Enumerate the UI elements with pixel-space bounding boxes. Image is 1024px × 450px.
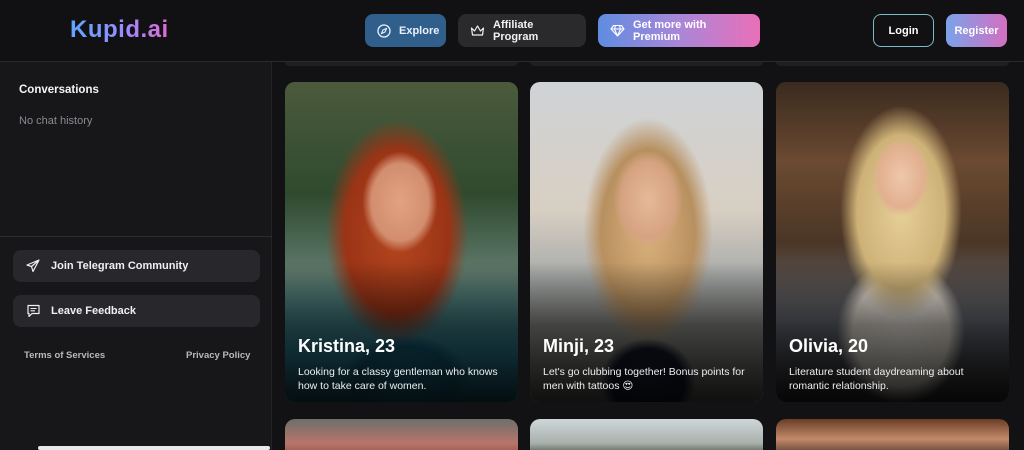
character-card[interactable]: Olivia, 20 Literature student daydreamin… — [776, 82, 1009, 402]
terms-of-service-link[interactable]: Terms of Services — [24, 350, 105, 361]
character-card-partial[interactable] — [530, 419, 763, 450]
affiliate-program-button[interactable]: Affiliate Program — [458, 14, 586, 47]
affiliate-label: Affiliate Program — [493, 18, 539, 43]
sidebar-divider — [0, 236, 272, 237]
premium-label: Get more with Premium — [633, 18, 707, 43]
character-description: Literature student daydreaming about rom… — [789, 366, 964, 392]
previous-card-edge — [776, 62, 1009, 66]
join-telegram-button[interactable]: Join Telegram Community — [13, 250, 260, 282]
character-name: Olivia, 20 — [789, 336, 869, 356]
character-grid: Kristina, 23 Looking for a classy gentle… — [272, 62, 1024, 450]
character-card[interactable]: Kristina, 23 Looking for a classy gentle… — [285, 82, 518, 402]
explore-label: Explore — [399, 24, 440, 37]
login-label: Login — [888, 24, 919, 37]
previous-card-edge — [285, 62, 518, 66]
privacy-policy-link[interactable]: Privacy Policy — [186, 350, 250, 361]
compass-icon — [377, 23, 391, 39]
leave-feedback-button[interactable]: Leave Feedback — [13, 295, 260, 327]
feedback-label: Leave Feedback — [51, 305, 136, 317]
character-card-partial[interactable] — [776, 419, 1009, 450]
login-button[interactable]: Login — [873, 14, 934, 47]
character-description: Let's go clubbing together! Bonus points… — [543, 366, 745, 392]
register-button[interactable]: Register — [946, 14, 1007, 47]
logo[interactable]: Kupid.ai — [70, 16, 169, 44]
character-name: Minji, 23 — [543, 336, 615, 356]
crown-icon — [470, 23, 485, 39]
previous-card-edge — [530, 62, 763, 66]
conversations-title: Conversations — [19, 84, 99, 96]
sidebar-scrollbar[interactable] — [38, 446, 270, 450]
top-header: Kupid.ai Explore Affiliate Program Get m… — [0, 0, 1024, 62]
character-description: Looking for a classy gentleman who knows… — [298, 366, 498, 392]
message-icon — [25, 303, 41, 319]
send-icon — [25, 258, 41, 274]
diamond-icon — [610, 23, 625, 39]
telegram-label: Join Telegram Community — [51, 260, 189, 272]
empty-chat-history: No chat history — [19, 115, 93, 127]
character-card[interactable]: Minji, 23 Let's go clubbing together! Bo… — [530, 82, 763, 402]
explore-button[interactable]: Explore — [365, 14, 446, 47]
premium-button[interactable]: Get more with Premium — [598, 14, 760, 47]
character-name: Kristina, 23 — [298, 336, 396, 356]
register-label: Register — [954, 24, 999, 37]
character-card-partial[interactable] — [285, 419, 518, 450]
sidebar: Conversations No chat history Join Teleg… — [0, 62, 272, 450]
